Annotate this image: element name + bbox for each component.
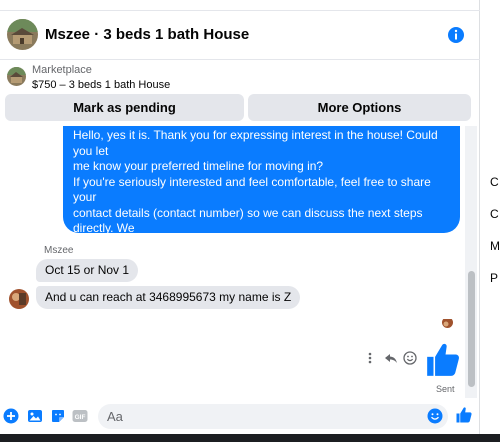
outgoing-message: Hello, yes it is. Thank you for expressi… xyxy=(63,126,460,297)
sidebar-clipped-item[interactable]: C xyxy=(490,175,499,189)
outgoing-line: me know your preferred timeline for movi… xyxy=(73,159,324,173)
outgoing-line: contact details (contact number) so we c… xyxy=(73,205,423,236)
mark-as-pending-button[interactable]: Mark as pending xyxy=(5,94,244,121)
listing-source: Marketplace xyxy=(32,64,92,76)
sender-avatar[interactable] xyxy=(9,289,29,309)
incoming-message: Oct 15 or Nov 1 xyxy=(36,259,139,282)
chat-header: Mszee · 3 beds 1 bath House xyxy=(0,10,480,60)
sidebar-clipped-item[interactable]: M xyxy=(490,239,500,253)
outgoing-line: Hello, yes it is. Thank you for expressi… xyxy=(73,128,438,158)
sent-status: Sent xyxy=(436,384,455,394)
thumbs-up-icon[interactable] xyxy=(455,406,473,424)
more-options-button[interactable]: More Options xyxy=(248,94,471,121)
reply-icon[interactable] xyxy=(384,351,398,365)
listing-price-title[interactable]: $750 – 3 beds 1 bath House xyxy=(32,79,170,91)
sender-name: Mszee xyxy=(44,245,74,256)
message-input[interactable] xyxy=(98,404,448,429)
listing-thumbnail[interactable] xyxy=(7,67,26,86)
sidebar-clipped-item[interactable]: C xyxy=(490,207,499,221)
sticker-icon[interactable] xyxy=(50,408,66,424)
message-list: Hello, yes it is. Thank you for expressi… xyxy=(0,126,480,398)
thumbs-up-icon xyxy=(424,341,462,379)
emoji-icon[interactable] xyxy=(427,408,443,424)
marketplace-listing: Marketplace $750 – 3 beds 1 bath House M… xyxy=(0,61,480,126)
outgoing-line: If you're seriously interested and feel … xyxy=(73,174,431,205)
taskbar-strip xyxy=(0,434,500,442)
svg-text:GIF: GIF xyxy=(75,414,86,421)
gif-icon[interactable]: GIF xyxy=(72,408,88,424)
sidebar-clipped-item[interactable]: P xyxy=(490,271,498,285)
scrollbar-thumb[interactable] xyxy=(468,271,475,387)
more-vertical-icon[interactable] xyxy=(366,351,380,365)
incoming-message: And u can reach at 3468995673 my name is… xyxy=(36,286,301,309)
avatar[interactable] xyxy=(7,19,38,50)
plus-circle-icon[interactable] xyxy=(3,408,19,424)
image-icon[interactable] xyxy=(27,408,43,424)
conversation-title[interactable]: Mszee · 3 beds 1 bath House xyxy=(45,26,249,43)
message-composer: GIF xyxy=(0,398,480,434)
chat-window: Mszee · 3 beds 1 bath House Marketplace … xyxy=(0,0,480,442)
seen-indicator-avatar xyxy=(442,317,453,328)
react-emoji-icon[interactable] xyxy=(403,351,417,365)
info-icon[interactable] xyxy=(447,26,465,44)
